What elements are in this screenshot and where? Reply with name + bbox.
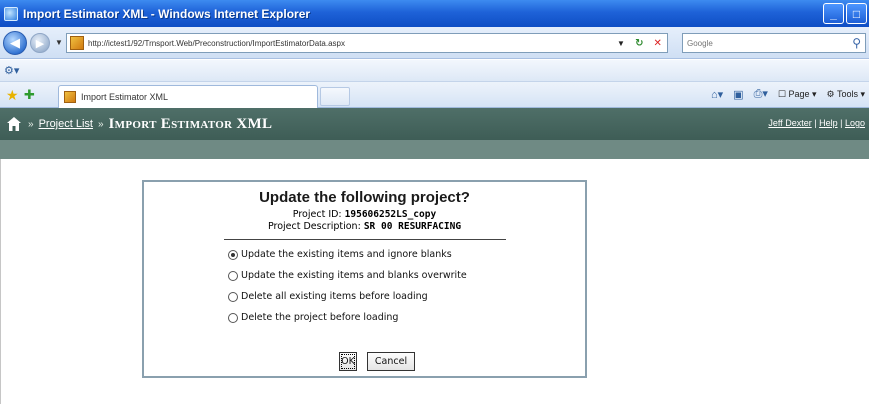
dialog-heading: Update the following project? [259,189,470,206]
tab-page-icon [64,91,76,103]
update-options: Update the existing items and ignore bla… [228,246,585,326]
dialog-buttons: OK Cancel [144,352,585,371]
project-description-label: Project Description: [267,221,361,232]
link-separator: | [814,118,817,128]
user-links: Jeff Dexter | Help | Logo [768,118,865,128]
recent-pages-dropdown-icon[interactable]: ▼ [55,38,63,47]
project-info: Project ID: 195606252LS_copy Project Des… [144,209,585,233]
address-controls: ▼ ↻ ✕ [612,33,668,53]
project-list-link[interactable]: Project List [39,118,93,130]
page-menu[interactable]: ☐ Page ▾ [778,89,817,100]
address-toolbar: ◀ ▶ ▼ ▼ ↻ ✕ ⚲ [0,27,869,59]
back-button[interactable]: ◀ [3,31,27,55]
project-id-value: 195606252LS_copy [344,209,437,220]
home-icon[interactable] [6,116,22,132]
home-page-icon[interactable]: ⌂▾ [711,88,723,101]
window-title-bar: Import Estimator XML - Windows Internet … [0,0,869,27]
option-delete-items[interactable]: Delete all existing items before loading [228,288,585,305]
print-icon[interactable]: ⎙▾ [754,87,768,101]
menu-toolbar: ⚙▾ [0,60,869,82]
ok-button[interactable]: OK [339,352,357,371]
project-id-label: Project ID: [292,209,342,220]
divider [223,239,506,240]
minimize-button[interactable]: _ [823,3,844,24]
address-dropdown-icon[interactable]: ▼ [617,39,625,48]
tab-import-estimator-xml[interactable]: Import Estimator XML [58,85,318,108]
refresh-icon[interactable]: ↻ [635,38,643,49]
favorites-star-icon[interactable]: ★ [6,87,19,104]
command-bar: ⌂▾ ▣ ⎙▾ ☐ Page ▾ ⚙ Tools ▾ [711,87,865,101]
app-header: » Project List » Import Estimator XML Je… [0,108,869,140]
sub-header-bar [0,140,869,159]
radio-delete-project[interactable] [228,312,238,323]
option-label: Delete all existing items before loading [241,291,428,302]
project-description-value: SR 00 RESURFACING [363,221,462,232]
option-label: Delete the project before loading [241,312,399,323]
option-update-blanks-overwrite[interactable]: Update the existing items and blanks ove… [228,267,585,284]
add-favorite-icon[interactable]: ✚ [24,87,35,103]
breadcrumb-separator: » [28,118,34,130]
breadcrumb-separator: » [97,118,104,130]
main-content: Update the following project? Project ID… [0,159,869,404]
tools-menu-label: Tools [836,88,858,99]
page-menu-label: Page [788,88,810,99]
help-link[interactable]: Help [819,118,838,128]
tab-row: ★ ✚ Import Estimator XML ⌂▾ ▣ ⎙▾ ☐ Page … [0,82,869,108]
user-name-link[interactable]: Jeff Dexter [768,118,811,128]
window-controls: _ □ [823,3,867,24]
logout-link[interactable]: Logo [845,118,865,128]
radio-update-ignore-blanks[interactable] [228,249,238,260]
url-input[interactable] [88,38,588,48]
tools-menu[interactable]: ⚙ Tools ▾ [827,89,865,100]
radio-update-blanks-overwrite[interactable] [228,270,238,281]
search-icon[interactable]: ⚲ [852,36,861,50]
project-id-line: Project ID: 195606252LS_copy [144,209,585,221]
page-icon [70,36,84,50]
maximize-button[interactable]: □ [846,3,867,24]
feeds-icon[interactable]: ▣ [733,88,743,101]
window-title: Import Estimator XML - Windows Internet … [23,6,311,21]
ie-icon [4,6,18,21]
project-description-line: Project Description: SR 00 RESURFACING [144,221,585,233]
new-tab-button[interactable] [320,87,350,106]
address-bar[interactable] [66,33,626,53]
option-delete-project[interactable]: Delete the project before loading [228,309,585,326]
toolbar-options-icon[interactable]: ⚙▾ [4,64,19,77]
page-title: Import Estimator XML [108,115,273,132]
breadcrumb: » Project List » Import Estimator XML [28,116,272,133]
radio-delete-items[interactable] [228,291,238,302]
search-input[interactable] [683,38,833,48]
tab-title: Import Estimator XML [81,92,169,102]
link-separator: | [840,118,843,128]
forward-button[interactable]: ▶ [30,33,50,53]
stop-icon[interactable]: ✕ [654,38,662,49]
option-label: Update the existing items and blanks ove… [241,270,467,281]
option-label: Update the existing items and ignore bla… [241,249,452,260]
search-box[interactable]: ⚲ [682,33,866,53]
cancel-button[interactable]: Cancel [367,352,415,371]
option-update-ignore-blanks[interactable]: Update the existing items and ignore bla… [228,246,585,263]
update-project-dialog: Update the following project? Project ID… [142,180,587,378]
